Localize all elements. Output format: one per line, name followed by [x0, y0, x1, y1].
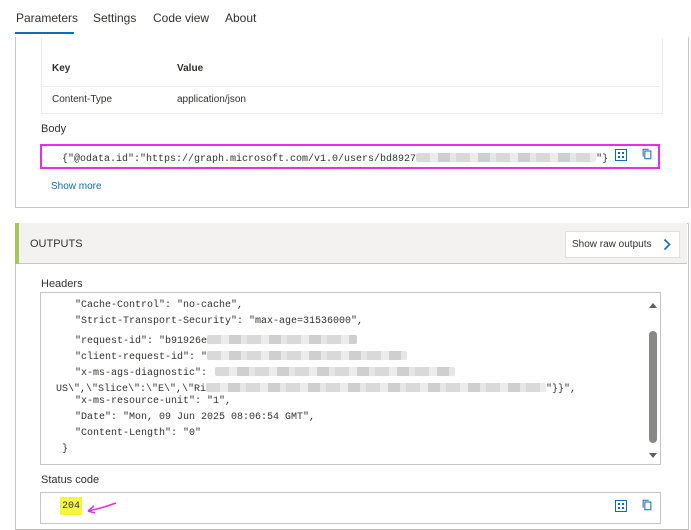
body-text: {"@odata.id":"https://graph.microsoft.co… — [62, 150, 608, 165]
header-line: "request-id": "b91926e — [75, 332, 358, 347]
header-line: "Content-Length": "0" — [75, 428, 202, 439]
copy-icon[interactable] — [641, 499, 653, 511]
header-line: "x-ms-resource-unit": "1", — [75, 396, 232, 407]
header-line: "x-ms-ags-diagnostic": — [75, 364, 456, 379]
status-code-label: Status code — [41, 474, 100, 486]
status-code-value: 204 — [62, 501, 81, 512]
outputs-accent-bar — [15, 223, 19, 264]
scroll-up-icon[interactable] — [648, 302, 658, 309]
tab-settings[interactable]: Settings — [93, 11, 136, 25]
copy-icon[interactable] — [641, 148, 653, 160]
show-more-link[interactable]: Show more — [51, 181, 102, 192]
header-line-text: US\",\"Slice\":\"E\",\"Ri — [56, 384, 207, 395]
tab-parameters[interactable]: Parameters — [16, 11, 78, 25]
body-text-prefix: {"@odata.id":"https://graph.microsoft.co… — [62, 154, 417, 165]
tab-about[interactable]: About — [225, 11, 256, 25]
expand-view-icon[interactable] — [615, 500, 627, 512]
column-header-key: Key — [52, 63, 71, 74]
redacted-text — [207, 335, 358, 345]
header-line-text: "}}", — [546, 384, 577, 395]
scroll-down-icon[interactable] — [648, 452, 658, 459]
status-code-field[interactable] — [40, 492, 661, 524]
header-line-text: "x-ms-ags-diagnostic": — [75, 368, 208, 379]
header-line: "Strict-Transport-Security": "max-age=31… — [75, 316, 364, 327]
scrollbar-thumb[interactable] — [649, 331, 657, 443]
header-line: "Date": "Mon, 09 Jun 2025 08:06:54 GMT", — [75, 412, 316, 423]
show-raw-outputs-button[interactable]: Show raw outputs — [565, 231, 680, 258]
header-line-text: "request-id": "b91926e — [75, 336, 208, 347]
header-line: "Cache-Control": "no-cache", — [75, 300, 244, 311]
body-label: Body — [41, 123, 67, 135]
expand-view-icon[interactable] — [615, 149, 627, 161]
redacted-text — [416, 153, 597, 163]
outputs-title: OUTPUTS — [30, 238, 83, 250]
header-line: "client-request-id": " — [75, 348, 408, 363]
header-line: } — [62, 444, 69, 455]
table-cell-key: Content-Type — [52, 94, 113, 105]
tab-bar: Parameters Settings Code view About — [0, 0, 691, 36]
show-raw-outputs-label: Show raw outputs — [572, 239, 652, 250]
annotation-arrow-icon — [87, 502, 117, 514]
tab-code-view[interactable]: Code view — [153, 11, 209, 25]
table-cell-value: application/json — [177, 94, 246, 105]
active-tab-indicator — [15, 32, 74, 34]
header-line-text: "client-request-id": " — [75, 352, 208, 363]
table-divider — [42, 86, 660, 87]
status-code-highlight: 204 — [60, 497, 82, 515]
header-line: US\",\"Slice\":\"E\",\"Ri "}}", — [56, 380, 576, 395]
redacted-text — [215, 367, 456, 377]
redacted-text — [206, 383, 547, 393]
chevron-right-icon — [663, 238, 671, 251]
headers-label: Headers — [41, 278, 83, 290]
headers-table — [41, 38, 663, 114]
redacted-text — [207, 351, 408, 361]
column-header-value: Value — [177, 63, 204, 74]
body-text-suffix: "} — [596, 154, 609, 165]
